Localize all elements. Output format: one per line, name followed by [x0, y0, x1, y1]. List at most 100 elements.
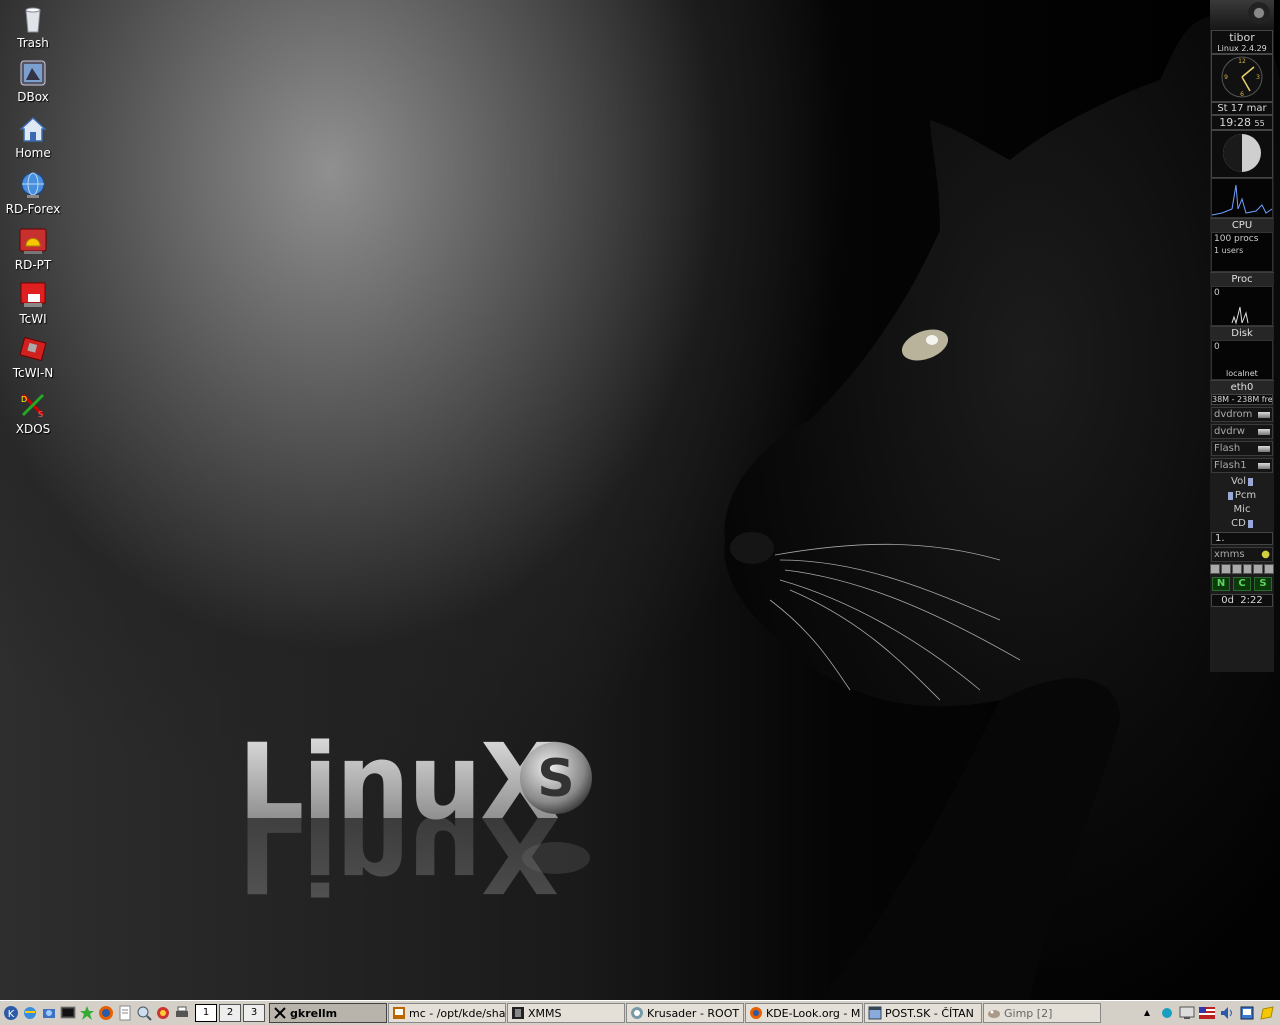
- kde-menu-icon[interactable]: K: [2, 1004, 20, 1022]
- pause-icon[interactable]: [1231, 564, 1242, 574]
- mount-button[interactable]: [1258, 428, 1270, 435]
- mount-dvdrw[interactable]: dvdrw: [1211, 424, 1273, 439]
- moon-panel: [1211, 130, 1273, 178]
- time-panel: 19:28 55: [1211, 115, 1273, 130]
- cpu-chart[interactable]: [1211, 178, 1273, 218]
- task-kde-look[interactable]: KDE-Look.org - M: [745, 1003, 863, 1023]
- linux-logo: LinuX LinuX S: [238, 730, 592, 900]
- task-gkrellm[interactable]: gkrellm: [269, 1003, 387, 1023]
- xmms-controls[interactable]: [1210, 564, 1274, 574]
- desktop-icon-xdos[interactable]: D S XDOS: [0, 390, 66, 436]
- star-icon[interactable]: [78, 1004, 96, 1022]
- terminal-icon[interactable]: [59, 1004, 77, 1022]
- disk-chart[interactable]: 0: [1211, 286, 1273, 326]
- svg-text:D: D: [21, 395, 27, 404]
- cd-slider[interactable]: [1247, 519, 1253, 528]
- mount-flash[interactable]: Flash: [1211, 441, 1273, 456]
- desktop-pager: 1 2 3: [195, 1004, 265, 1022]
- mc-icon: [393, 1007, 405, 1019]
- desktop-icon-rd-forex[interactable]: RD-Forex: [0, 170, 66, 216]
- gkrellm-header[interactable]: [1210, 0, 1274, 30]
- notes-icon[interactable]: [1258, 1004, 1276, 1022]
- search-icon[interactable]: [135, 1004, 153, 1022]
- xmms-label: xmms: [1214, 549, 1245, 560]
- disk-label: Disk: [1210, 326, 1274, 340]
- memory-panel: 38M - 238M fre: [1211, 394, 1273, 405]
- xmms-status-icon: ●: [1261, 549, 1270, 560]
- svg-text:3: 3: [1256, 74, 1260, 81]
- desktop-icon-tcwi-n[interactable]: TcWI-N: [0, 334, 66, 380]
- volume-slider[interactable]: [1247, 477, 1253, 486]
- task-xmms[interactable]: XMMS: [507, 1003, 625, 1023]
- keyboard-layout-flag-icon[interactable]: [1198, 1004, 1216, 1022]
- tray-arrow-icon[interactable]: [1138, 1004, 1156, 1022]
- firefox-icon: [750, 1007, 762, 1019]
- speaker-icon[interactable]: [1218, 1004, 1236, 1022]
- mount-button[interactable]: [1258, 445, 1270, 452]
- desktop-icon-rd-pt[interactable]: RD-PT: [0, 226, 66, 272]
- mount-label: Flash: [1214, 443, 1241, 454]
- net-host: localnet: [1226, 369, 1258, 378]
- proc-count: 100 procs: [1214, 234, 1259, 244]
- document-icon[interactable]: [116, 1004, 134, 1022]
- eject-icon[interactable]: [1264, 564, 1274, 574]
- capslock-indicator: C: [1233, 577, 1251, 591]
- mixer-mic[interactable]: Mic: [1211, 504, 1273, 515]
- klipper-icon[interactable]: [1238, 1004, 1256, 1022]
- mixer-pcm[interactable]: Pcm: [1211, 490, 1273, 501]
- net-chart[interactable]: 0 localnet: [1211, 340, 1273, 380]
- mount-button[interactable]: [1258, 411, 1270, 418]
- scrolllock-indicator: S: [1254, 577, 1272, 591]
- svg-text:12: 12: [1238, 58, 1246, 65]
- mixer-vol[interactable]: Vol: [1211, 476, 1273, 487]
- proc-chart[interactable]: 100 procs 1 users: [1211, 232, 1273, 272]
- mount-label: dvdrom: [1214, 409, 1253, 420]
- task-gimp[interactable]: Gimp [2]: [983, 1003, 1101, 1023]
- stop-icon[interactable]: [1242, 564, 1253, 574]
- desktop-icon-dbox[interactable]: DBox: [0, 58, 66, 104]
- task-label: Gimp [2]: [1004, 1006, 1053, 1020]
- pager-desktop-3[interactable]: 3: [243, 1004, 265, 1022]
- task-label: POST.SK - ČÍTAN: [885, 1006, 974, 1020]
- prev-icon[interactable]: [1210, 564, 1220, 574]
- gkrellm-monitor[interactable]: tibor Linux 2.4.29 12 3 6 9 St 17 mar 19:28…: [1210, 0, 1274, 672]
- task-post-sk[interactable]: POST.SK - ČÍTAN: [864, 1003, 982, 1023]
- xmms-panel[interactable]: xmms ●: [1211, 547, 1273, 562]
- mixer-label: Mic: [1233, 504, 1251, 515]
- konqueror-icon[interactable]: [21, 1004, 39, 1022]
- xdos-icon: D S: [21, 393, 45, 419]
- xmms-track-text: 1.: [1215, 533, 1225, 544]
- logo-badge: S: [537, 749, 574, 809]
- desktop-icon-home[interactable]: Home: [0, 114, 66, 160]
- printer-icon[interactable]: [173, 1004, 191, 1022]
- pager-desktop-1[interactable]: 1: [195, 1004, 217, 1022]
- app-icon[interactable]: [154, 1004, 172, 1022]
- task-krusader[interactable]: Krusader - ROOT: [626, 1003, 744, 1023]
- tool-icon[interactable]: [40, 1004, 58, 1022]
- disk-graph: [1231, 306, 1249, 325]
- pcm-slider[interactable]: [1227, 491, 1233, 500]
- network-status-icon[interactable]: [1158, 1004, 1176, 1022]
- mount-flash1[interactable]: Flash1: [1211, 458, 1273, 473]
- gkrellm-menu-icon[interactable]: [1248, 2, 1270, 24]
- desktop-icon-label: TcWI: [19, 312, 47, 326]
- mount-button[interactable]: [1258, 462, 1270, 469]
- net-label: eth0: [1210, 380, 1274, 394]
- tcwi-n-icon: [19, 336, 47, 362]
- proc-label: Proc: [1210, 272, 1274, 286]
- task-list: gkrellm mc - /opt/kde/sha XMMS Krusader …: [269, 1003, 1138, 1023]
- tcwi-icon: [20, 282, 46, 307]
- mount-dvdrom[interactable]: dvdrom: [1211, 407, 1273, 422]
- desktop-wallpaper: LinuX LinuX S: [0, 0, 1280, 1000]
- play-icon[interactable]: [1220, 564, 1231, 574]
- clock-panel: 12 3 6 9: [1211, 54, 1273, 102]
- desktop-icon-label: Home: [15, 146, 51, 160]
- pager-desktop-2[interactable]: 2: [219, 1004, 241, 1022]
- desktop-icon-tcwi[interactable]: TcWI: [0, 280, 66, 326]
- next-icon[interactable]: [1253, 564, 1264, 574]
- firefox-icon[interactable]: [97, 1004, 115, 1022]
- monitor-icon[interactable]: [1178, 1004, 1196, 1022]
- task-mc[interactable]: mc - /opt/kde/sha: [388, 1003, 506, 1023]
- mixer-cd[interactable]: CD: [1211, 518, 1273, 529]
- desktop-icon-trash[interactable]: Trash: [0, 4, 66, 50]
